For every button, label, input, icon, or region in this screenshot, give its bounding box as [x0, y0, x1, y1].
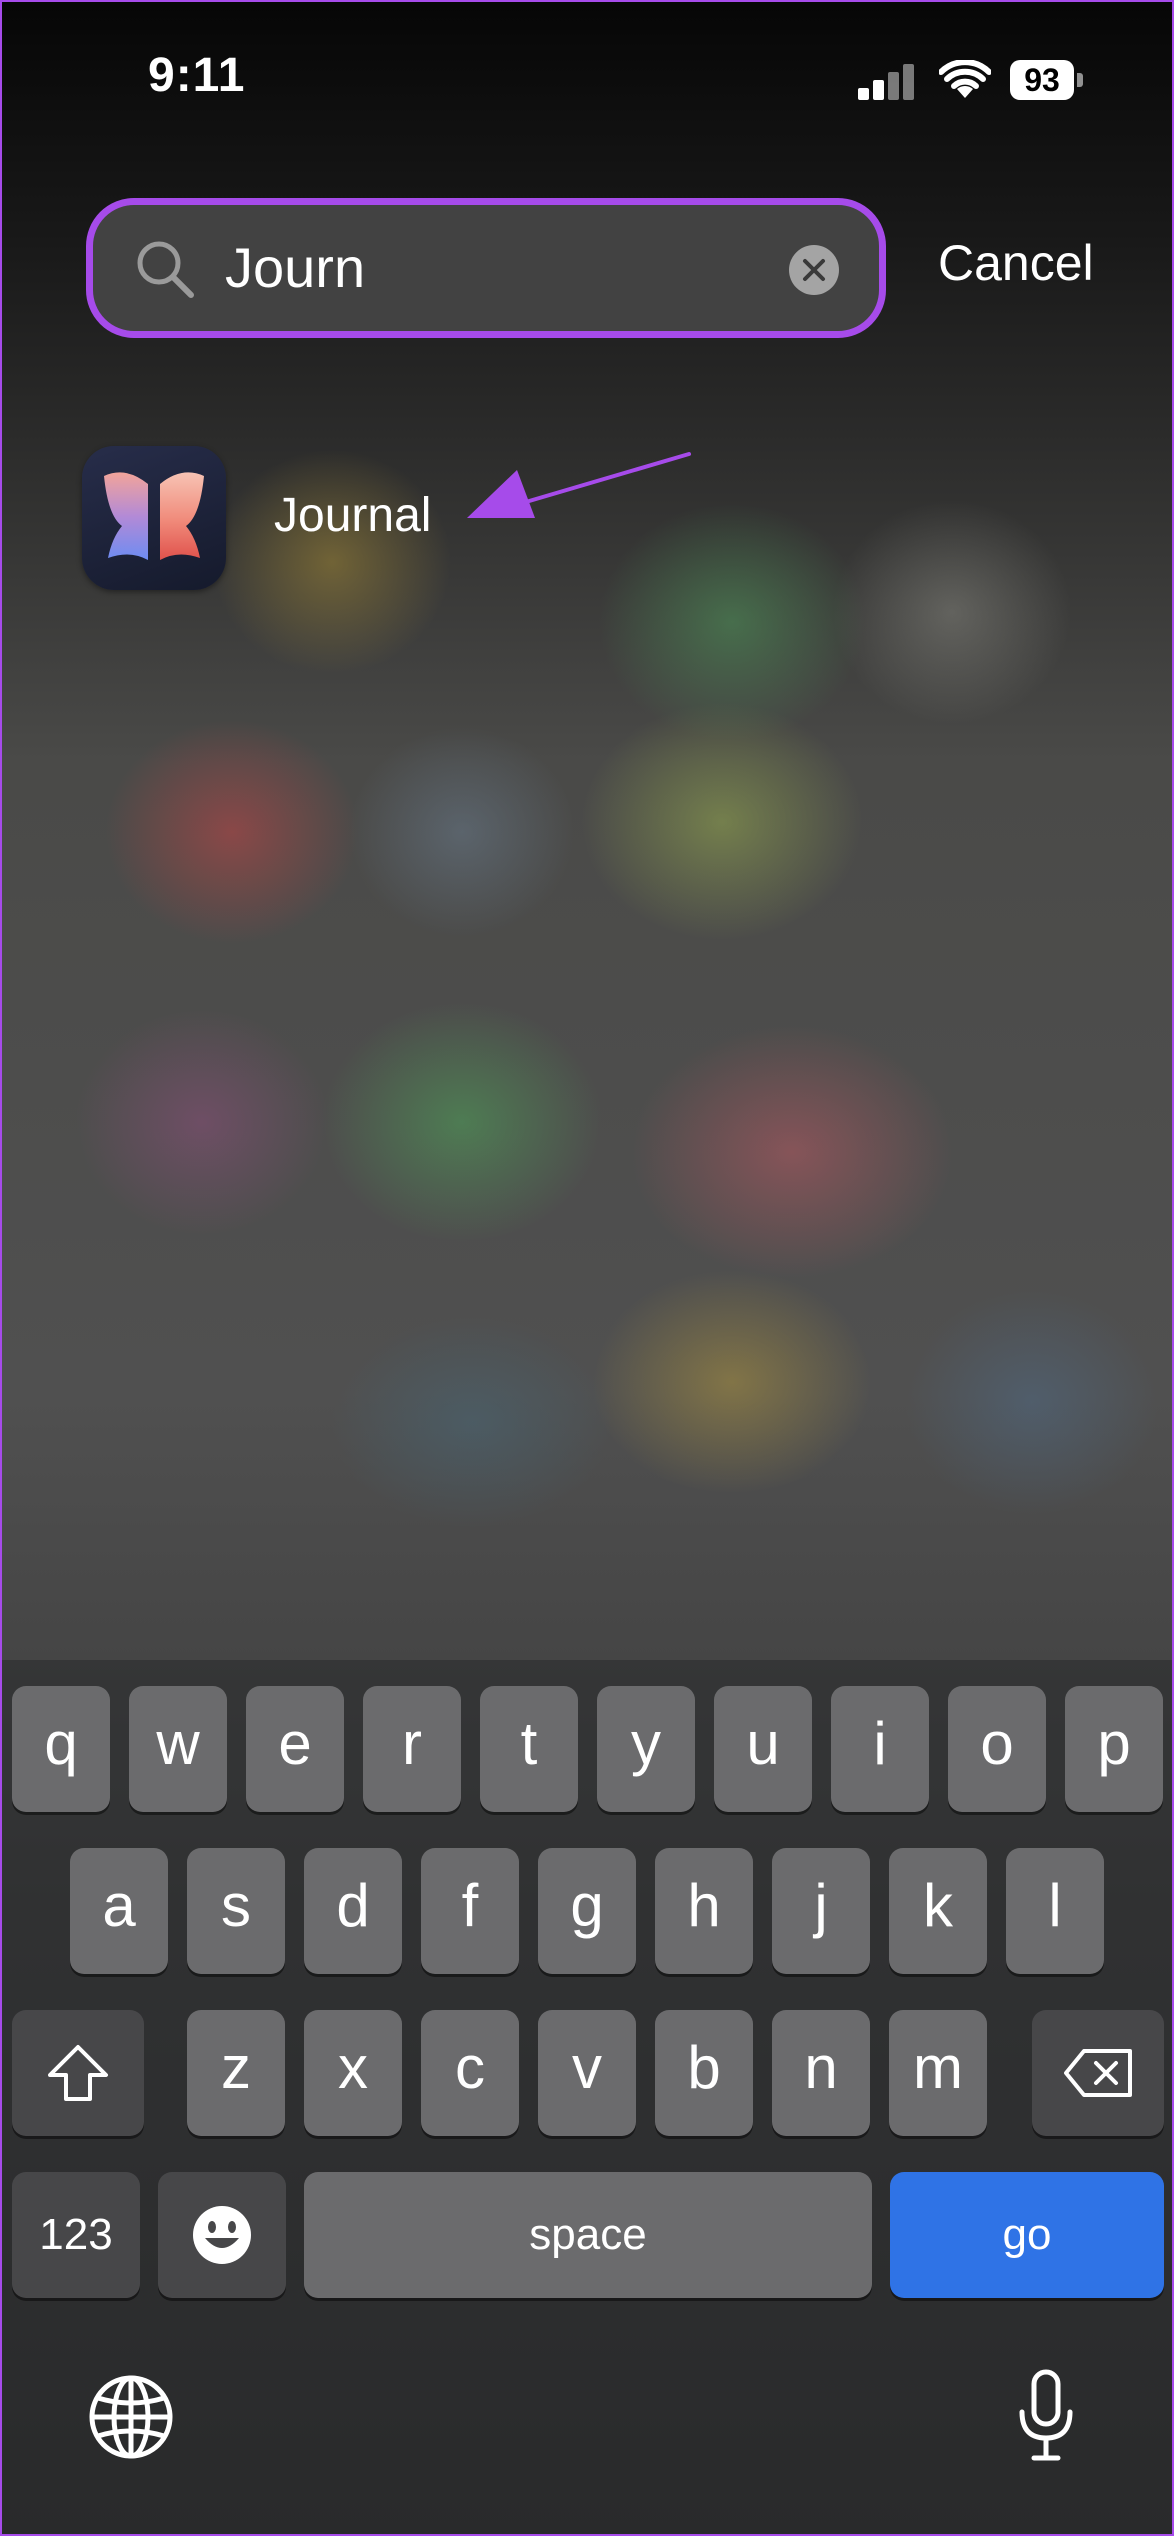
- key-e[interactable]: e: [246, 1686, 344, 1812]
- clear-search-button[interactable]: [789, 245, 839, 295]
- backspace-key[interactable]: [1032, 2010, 1164, 2136]
- key-o[interactable]: o: [948, 1686, 1046, 1812]
- key-m[interactable]: m: [889, 2010, 987, 2136]
- key-label: p: [1097, 1709, 1131, 1777]
- key-s[interactable]: s: [187, 1848, 285, 1974]
- key-b[interactable]: b: [655, 2010, 753, 2136]
- key-f[interactable]: f: [421, 1848, 519, 1974]
- backspace-icon: [1064, 2049, 1132, 2097]
- search-field[interactable]: Journ: [86, 198, 886, 338]
- key-label: d: [336, 1871, 370, 1939]
- key-r[interactable]: r: [363, 1686, 461, 1812]
- key-label: m: [913, 2033, 963, 2101]
- shift-icon: [48, 2045, 108, 2101]
- key-j[interactable]: j: [772, 1848, 870, 1974]
- key-label: h: [687, 1871, 721, 1939]
- key-label: b: [687, 2033, 721, 2101]
- key-label: l: [1048, 1871, 1062, 1939]
- key-q[interactable]: q: [12, 1686, 110, 1812]
- search-input[interactable]: Journ: [225, 235, 365, 300]
- key-k[interactable]: k: [889, 1848, 987, 1974]
- signal-icon: [858, 62, 914, 100]
- key-label: v: [572, 2033, 602, 2101]
- key-label: w: [156, 1709, 200, 1777]
- key-label: o: [980, 1709, 1014, 1777]
- screen: 9:11 93 Journ Cancel Journal q w e r t y…: [0, 0, 1174, 2536]
- key-label: i: [873, 1709, 887, 1777]
- battery-level: 93: [1010, 60, 1074, 100]
- key-label: r: [402, 1709, 422, 1777]
- key-h[interactable]: h: [655, 1848, 753, 1974]
- key-label: y: [631, 1709, 661, 1777]
- key-label: q: [44, 1709, 78, 1777]
- key-label: c: [455, 2033, 485, 2101]
- key-label: g: [570, 1871, 604, 1939]
- key-x[interactable]: x: [304, 2010, 402, 2136]
- globe-icon[interactable]: [88, 2374, 174, 2460]
- key-label: e: [278, 1709, 312, 1777]
- key-y[interactable]: y: [597, 1686, 695, 1812]
- key-v[interactable]: v: [538, 2010, 636, 2136]
- key-label: a: [102, 1871, 136, 1939]
- shift-key[interactable]: [12, 2010, 144, 2136]
- key-a[interactable]: a: [70, 1848, 168, 1974]
- cancel-button[interactable]: Cancel: [938, 234, 1094, 292]
- key-c[interactable]: c: [421, 2010, 519, 2136]
- key-label: s: [221, 1871, 251, 1939]
- go-key[interactable]: go: [890, 2172, 1164, 2298]
- search-icon: [137, 241, 194, 298]
- key-label: k: [923, 1871, 953, 1939]
- key-label: u: [746, 1709, 780, 1777]
- go-key-label: go: [1002, 2210, 1052, 2259]
- key-label: j: [814, 1871, 828, 1939]
- wifi-icon: [939, 60, 991, 98]
- key-d[interactable]: d: [304, 1848, 402, 1974]
- key-z[interactable]: z: [187, 2010, 285, 2136]
- journal-app-icon[interactable]: [82, 446, 226, 590]
- key-p[interactable]: p: [1065, 1686, 1163, 1812]
- key-label: x: [338, 2033, 368, 2101]
- key-n[interactable]: n: [772, 2010, 870, 2136]
- key-label: f: [461, 1871, 479, 1939]
- numbers-key[interactable]: 123: [12, 2172, 140, 2298]
- battery-tip: [1077, 73, 1083, 87]
- space-key[interactable]: space: [304, 2172, 872, 2298]
- key-l[interactable]: l: [1006, 1848, 1104, 1974]
- clear-icon: [803, 259, 825, 281]
- arrow-annotation: [467, 452, 691, 518]
- key-g[interactable]: g: [538, 1848, 636, 1974]
- space-key-label: space: [529, 2210, 647, 2259]
- key-label: n: [804, 2033, 838, 2101]
- result-app-name[interactable]: Journal: [274, 488, 431, 543]
- key-i[interactable]: i: [831, 1686, 929, 1812]
- journal-butterfly-icon: [104, 472, 204, 560]
- numbers-key-label: 123: [39, 2210, 113, 2259]
- microphone-icon[interactable]: [1014, 2368, 1078, 2464]
- key-t[interactable]: t: [480, 1686, 578, 1812]
- key-w[interactable]: w: [129, 1686, 227, 1812]
- key-label: z: [221, 2033, 251, 2101]
- emoji-key[interactable]: [158, 2172, 286, 2298]
- key-label: t: [520, 1709, 538, 1777]
- status-time: 9:11: [148, 49, 246, 102]
- emoji-icon: [193, 2206, 251, 2264]
- key-u[interactable]: u: [714, 1686, 812, 1812]
